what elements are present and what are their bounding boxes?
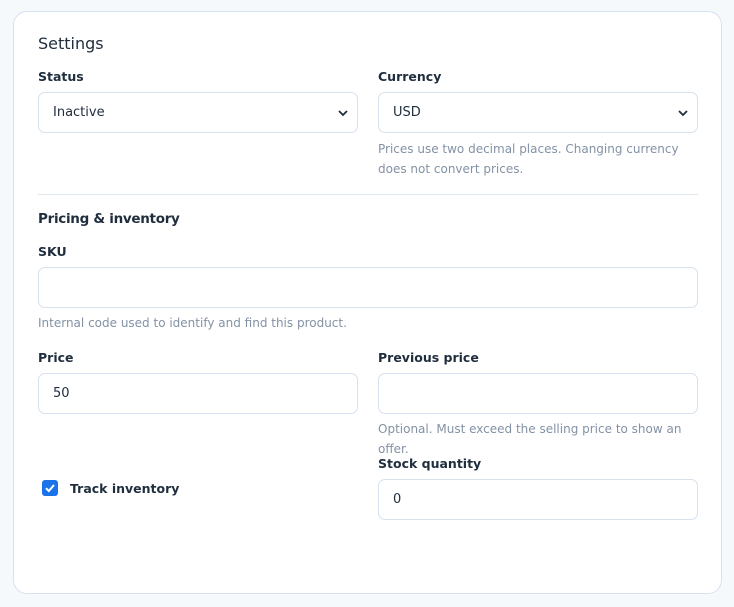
chevron-down-icon	[678, 109, 688, 116]
track-inventory-checkbox[interactable]	[42, 480, 58, 496]
currency-select-value: USD	[393, 105, 421, 120]
section-divider	[38, 194, 698, 195]
price-label: Price	[38, 350, 74, 365]
stock-quantity-label: Stock quantity	[378, 456, 482, 471]
sku-label: SKU	[38, 244, 67, 259]
price-input[interactable]: 50	[38, 373, 358, 414]
price-input-value: 50	[53, 386, 70, 401]
currency-help: Prices use two decimal places. Changing …	[378, 142, 679, 176]
chevron-down-icon	[338, 109, 348, 116]
settings-title: Settings	[38, 34, 104, 53]
previous-price-label: Previous price	[378, 350, 479, 365]
sku-help: Internal code used to identify and find …	[38, 316, 347, 330]
track-inventory-row[interactable]: Track inventory	[42, 480, 179, 496]
status-label: Status	[38, 69, 84, 84]
checkmark-icon	[45, 484, 55, 493]
sku-input[interactable]	[38, 267, 698, 308]
status-select-value: Inactive	[53, 105, 105, 120]
track-inventory-label: Track inventory	[70, 480, 180, 496]
currency-select[interactable]: USD	[378, 92, 698, 133]
previous-price-help: Optional. Must exceed the selling price …	[378, 422, 682, 456]
status-select[interactable]: Inactive	[38, 92, 358, 133]
settings-card: Settings Status Inactive Currency USD Pr…	[13, 11, 722, 594]
currency-label: Currency	[378, 69, 442, 84]
pricing-section-title: Pricing & inventory	[38, 211, 180, 227]
previous-price-input[interactable]	[378, 373, 698, 414]
stock-quantity-input-value: 0	[393, 492, 402, 507]
stock-quantity-input[interactable]: 0	[378, 479, 698, 520]
